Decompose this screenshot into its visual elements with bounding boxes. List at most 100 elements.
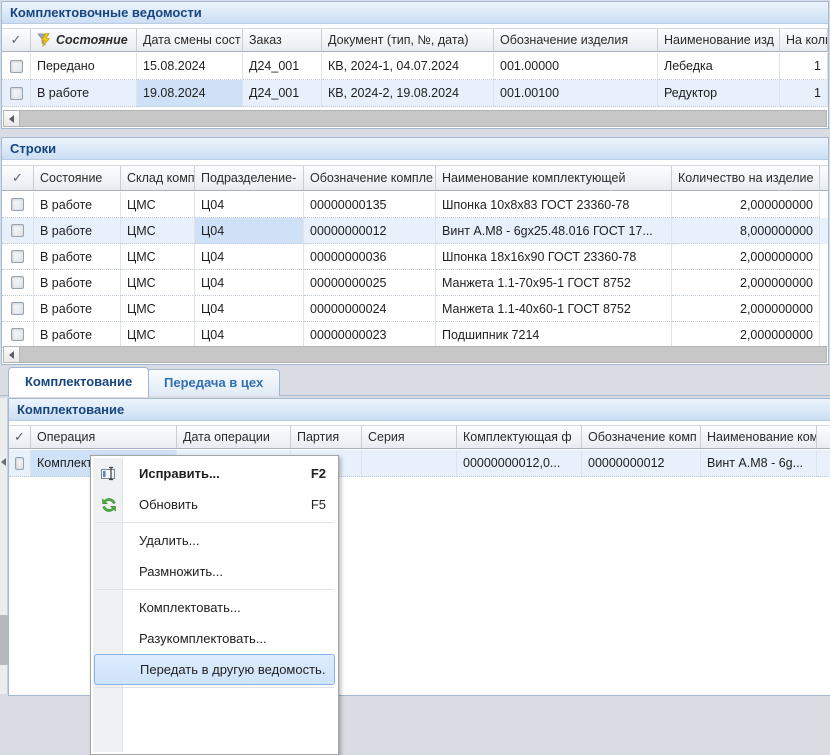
select-all-column-header[interactable]: ✓ — [9, 426, 31, 448]
row-checkbox[interactable] — [11, 276, 24, 289]
table-row[interactable]: В работеЦМСЦ0400000000012Винт А.М8 - 6gх… — [2, 218, 828, 244]
menu-item-pick[interactable]: Комплектовать... — [93, 592, 336, 623]
row-checkbox[interactable] — [10, 60, 23, 73]
row-checkbox-cell[interactable] — [2, 296, 34, 322]
scrollbar-thumb[interactable] — [20, 346, 827, 363]
horizontal-scrollbar[interactable] — [3, 110, 827, 127]
table-cell[interactable]: 8,000000000 — [672, 218, 820, 244]
table-cell[interactable]: ЦМС — [121, 270, 195, 296]
table-row[interactable]: В работе19.08.2024Д24_001КВ, 2024-2, 19.… — [2, 80, 828, 107]
table-cell[interactable]: Подшипник 7214 — [436, 322, 672, 348]
column-header[interactable] — [817, 426, 830, 448]
table-cell[interactable]: ЦМС — [121, 244, 195, 270]
row-checkbox-cell[interactable] — [2, 244, 34, 270]
scroll-left-button[interactable] — [3, 346, 20, 363]
row-checkbox[interactable] — [11, 250, 24, 263]
table-cell[interactable]: В работе — [34, 296, 121, 322]
table-cell[interactable]: 00000000135 — [304, 192, 436, 218]
column-header[interactable]: Дата смены сост — [137, 29, 243, 51]
table-cell[interactable]: КВ, 2024-1, 04.07.2024 — [322, 53, 494, 80]
table-cell[interactable]: В работе — [34, 244, 121, 270]
table-cell[interactable]: Винт А.М8 - 6gх25.48.016 ГОСТ 17... — [436, 218, 672, 244]
table-cell[interactable]: Ц04 — [195, 218, 304, 244]
column-header[interactable]: Обозначение изделия — [494, 29, 658, 51]
select-all-column-header[interactable]: ✓ — [2, 29, 31, 51]
table-cell[interactable]: 2,000000000 — [672, 270, 820, 296]
column-header[interactable]: Склад комп — [121, 166, 195, 190]
table-cell[interactable]: Ц04 — [195, 192, 304, 218]
menu-item-unpick[interactable]: Разукомплектовать... — [93, 623, 336, 654]
column-header[interactable]: Дата операции — [177, 426, 291, 448]
column-header[interactable]: Наименование ком — [701, 426, 817, 448]
table-cell[interactable]: Ц04 — [195, 244, 304, 270]
column-header[interactable]: Состояние — [34, 166, 121, 190]
column-header[interactable]: Операция — [31, 426, 177, 448]
table-cell[interactable]: 15.08.2024 — [137, 53, 243, 80]
table-cell[interactable]: В работе — [34, 270, 121, 296]
column-header[interactable]: Наименование изд — [658, 29, 780, 51]
table-row[interactable]: В работеЦМСЦ0400000000024Манжета 1.1-40х… — [2, 296, 828, 322]
table-cell[interactable]: 001.00000 — [494, 53, 658, 80]
table-cell[interactable]: Д24_001 — [243, 80, 322, 107]
table-cell[interactable]: Передано — [31, 53, 137, 80]
menu-item-duplicate[interactable]: Размножить... — [93, 556, 336, 587]
table-cell[interactable] — [362, 450, 457, 477]
table-cell[interactable]: ЦМС — [121, 296, 195, 322]
table-cell[interactable]: Ц04 — [195, 322, 304, 348]
row-checkbox[interactable] — [11, 302, 24, 315]
column-header[interactable]: На колич — [780, 29, 828, 51]
column-header[interactable]: Наименование комплектующей — [436, 166, 672, 190]
row-checkbox-cell[interactable] — [2, 270, 34, 296]
column-header[interactable]: Документ (тип, №, дата) — [322, 29, 494, 51]
row-checkbox-cell[interactable] — [2, 218, 34, 244]
table-cell[interactable]: Редуктор — [658, 80, 780, 107]
table-cell[interactable]: В работе — [31, 80, 137, 107]
row-checkbox-cell[interactable] — [2, 80, 31, 107]
column-header[interactable]: Заказ — [243, 29, 322, 51]
table-cell[interactable] — [817, 450, 830, 477]
column-header[interactable]: Подразделение- — [195, 166, 304, 190]
column-header[interactable]: Партия — [291, 426, 362, 448]
table-cell[interactable]: 1 — [780, 53, 828, 80]
table-cell[interactable]: 00000000024 — [304, 296, 436, 322]
table-cell[interactable]: 00000000012,0... — [457, 450, 582, 477]
row-checkbox-cell[interactable] — [2, 192, 34, 218]
table-cell[interactable]: В работе — [34, 322, 121, 348]
column-header[interactable]: Комплектующая ф — [457, 426, 582, 448]
column-header[interactable]: Количество на изделие — [672, 166, 820, 190]
menu-item-delete[interactable]: Удалить... — [93, 525, 336, 556]
table-cell[interactable]: 00000000036 — [304, 244, 436, 270]
row-checkbox-cell[interactable] — [2, 322, 34, 348]
table-row[interactable]: В работеЦМСЦ0400000000036Шпонка 18х16х90… — [2, 244, 828, 270]
table-cell[interactable]: Д24_001 — [243, 53, 322, 80]
table-cell[interactable]: 00000000012 — [582, 450, 701, 477]
table-cell[interactable]: Манжета 1.1-70х95-1 ГОСТ 8752 — [436, 270, 672, 296]
table-row[interactable]: В работеЦМСЦ0400000000023Подшипник 72142… — [2, 322, 828, 348]
table-cell[interactable]: Лебедка — [658, 53, 780, 80]
table-cell[interactable]: 00000000012 — [304, 218, 436, 244]
table-cell[interactable]: 2,000000000 — [672, 192, 820, 218]
table-cell[interactable]: 2,000000000 — [672, 322, 820, 348]
table-cell[interactable]: Ц04 — [195, 270, 304, 296]
table-row[interactable]: В работеЦМСЦ0400000000135Шпонка 10х8х83 … — [2, 192, 828, 218]
column-header[interactable]: Обозначение компле — [304, 166, 436, 190]
table-cell[interactable]: В работе — [34, 218, 121, 244]
table-row[interactable]: В работеЦМСЦ0400000000025Манжета 1.1-70х… — [2, 270, 828, 296]
table-cell[interactable]: КВ, 2024-2, 19.08.2024 — [322, 80, 494, 107]
table-cell[interactable]: 19.08.2024 — [137, 80, 243, 107]
splitter-strip[interactable] — [0, 398, 8, 694]
horizontal-scrollbar[interactable] — [3, 346, 827, 363]
table-cell[interactable]: 001.00100 — [494, 80, 658, 107]
row-checkbox[interactable] — [11, 198, 24, 211]
table-cell[interactable]: ЦМС — [121, 322, 195, 348]
tab-peredacha-v-ceh[interactable]: Передача в цех — [147, 369, 280, 396]
table-cell[interactable]: ЦМС — [121, 218, 195, 244]
table-row[interactable]: Передано15.08.2024Д24_001КВ, 2024-1, 04.… — [2, 53, 828, 80]
table-cell[interactable]: Ц04 — [195, 296, 304, 322]
splitter-scroll-thumb[interactable] — [0, 615, 8, 665]
row-checkbox-cell[interactable] — [2, 53, 31, 80]
scrollbar-thumb[interactable] — [20, 110, 827, 127]
table-cell[interactable]: 00000000023 — [304, 322, 436, 348]
row-checkbox-cell[interactable] — [9, 450, 31, 477]
row-checkbox[interactable] — [10, 87, 23, 100]
